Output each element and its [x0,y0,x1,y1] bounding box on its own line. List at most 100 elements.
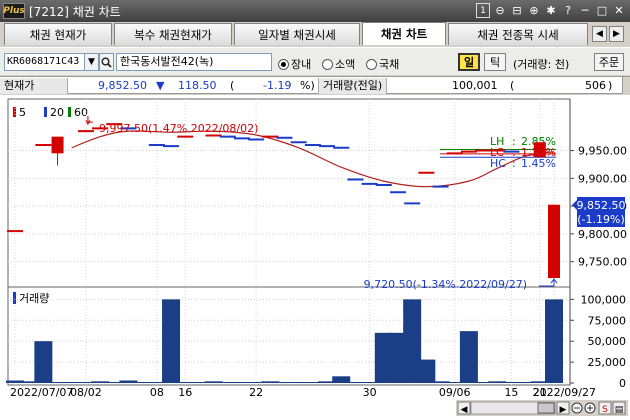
legend-swatch-60 [68,107,71,117]
legend-swatch-20 [44,107,47,117]
price-tick-label: 9,950.00 [578,145,627,158]
volume-tick-label: 0 [619,377,626,390]
chart-area[interactable]: 5 20 60 LH:2.85%LC:1.36%HC:1.45% 9,950.0… [0,95,630,420]
window-title: [7212] 채권 차트 [29,4,121,19]
pct-open-paren: ( [230,79,235,92]
date-tick-label: 09/06 [439,386,471,399]
daily-period-button[interactable]: 일 [458,53,480,71]
volume-unit-label: (거래량: 천) [513,58,570,71]
radio-unchecked-icon [366,58,377,70]
price-tick-label: 9,900.00 [578,172,627,185]
volume-bar [545,299,563,383]
date-tick-label: 2022/07/07 [10,386,73,399]
price-change-pct: -1.19 [263,79,292,92]
volume-bar [332,376,351,383]
zoom-out-icon[interactable]: ⊖ [493,3,507,18]
radio-label: 국채 [379,58,400,71]
reference-line-pct: 1.45% [521,157,556,170]
legend-label-20: 20 [50,106,64,119]
volume-tick-label: 75,000 [588,314,627,327]
date-tick-label: 08/02 [70,386,102,399]
date-tick-label: 16 [178,386,192,399]
low-annotation-text: 9,720.50(-1.34% 2022/09/27) [364,278,527,291]
date-axis: 2022/07/0708/02 08 16 22 30 09/06 15 212022/09/… [10,386,596,399]
tab-scroll-right-icon[interactable]: ▶ [609,26,624,42]
volume-tick-label: 25,000 [588,356,627,369]
quote-row-edge [622,77,630,94]
volume-bar [459,331,478,383]
chart-menu-icon: ▤ [615,405,624,415]
tab-all-bonds-quote[interactable]: 채권 전종목 시세 [448,23,588,45]
volume-value: 100,001 [452,79,498,92]
bond-code-input[interactable]: KR6068171C43 [4,53,85,71]
tab-bond-chart[interactable]: 채권 차트 [362,22,446,45]
volume-bar [162,299,181,383]
volume-bar [34,341,53,383]
prev-volume-value: 506 [585,79,606,92]
reference-line-name: HC [490,157,506,170]
current-price-value: 9,852.50 [98,79,147,92]
window-number-icon[interactable]: 1 [476,3,490,18]
tab-bond-price[interactable]: 채권 현재가 [4,23,112,45]
code-dropdown-icon[interactable]: ▼ [84,53,99,71]
settings-icon[interactable]: ✱ [544,3,558,18]
candle-body [548,204,560,279]
tab-scroll-left-icon[interactable]: ◀ [592,26,607,42]
high-annotation-text: 9,997.50(1.47% 2022/08/02) [99,122,258,135]
minimize-icon[interactable]: ─ [578,3,592,18]
legend-label-5: 5 [19,106,26,119]
bond-name-field: 한국동서발전42(녹) [116,53,272,71]
scroll-left-icon: ◀ [461,405,468,415]
search-icon[interactable] [99,53,114,71]
bond-chart-svg[interactable]: 5 20 60 LH:2.85%LC:1.36%HC:1.45% 9,950.0… [0,95,630,420]
prev-close-paren: ) [608,79,613,92]
volume-axis: 100,000 75,000 50,000 25,000 0 [570,293,626,390]
down-arrow-icon: ▼ [156,79,165,92]
price-tick-label: 9,800.00 [578,228,627,241]
help-icon[interactable]: ? [561,3,575,18]
order-button[interactable]: 주문 [594,53,624,71]
tab-bar: 채권 현재가 복수 채권현재가 일자별 채권시세 채권 차트 채권 전종목 시세… [0,22,630,46]
scroll-right-icon: ▶ [560,405,567,415]
radio-on-exchange[interactable]: 장내 [278,56,311,72]
tab-daily-bond-quote[interactable]: 일자별 채권시세 [234,23,360,45]
reference-line-colon: : [512,157,516,170]
volume-legend-swatch [13,292,16,304]
current-price-tag: 9,852.50 (-1.19%) [572,197,625,227]
price-tag-pct: (-1.19%) [577,213,625,226]
volume-bar [417,359,436,383]
title-bar-icons: 1 ⊖ ⊟ ⊕ ✱ ? ─ □ ✕ [476,3,626,18]
radio-label: 소액 [335,58,356,71]
zoom-in-icon[interactable]: ⊕ [527,3,541,18]
collapse-icon[interactable]: ⊟ [510,3,524,18]
chart-scroll-bar[interactable]: ◀ ▶ S ▤ [456,400,628,416]
prev-volume-label: 거래량(전일) [318,78,388,94]
maximize-icon[interactable]: □ [595,3,609,18]
controls-bar: KR6068171C43 ▼ 한국동서발전42(녹) 장내 소액 국채 일 틱 … [0,47,630,75]
quote-row: 현재가 9,852.50 ▼ 118.50 ( -1.19 %) 거래량(전일)… [0,76,630,94]
date-tick-label: 2022/09/27 [533,386,596,399]
candle-body [533,142,546,158]
pct-close-paren: %) [300,79,315,92]
price-change-value: 118.50 [178,79,217,92]
radio-unchecked-icon [322,58,333,70]
radio-checked-icon [278,58,289,70]
tab-multi-bond-price[interactable]: 복수 채권현재가 [114,23,232,45]
current-price-label: 현재가 [0,78,68,94]
price-tag-price: 9,852.50 [577,199,626,212]
scroll-thumb[interactable] [537,402,555,414]
radio-small-amount[interactable]: 소액 [322,56,355,72]
candle-body [51,136,64,154]
radio-label: 장내 [291,58,312,71]
price-tick-label: 9,750.00 [578,256,627,269]
app-logo: Plus [3,3,25,19]
title-bar: Plus [7212] 채권 차트 1 ⊖ ⊟ ⊕ ✱ ? ─ □ ✕ [0,0,630,22]
date-tick-label: 15 [504,386,518,399]
chart-export-icon: S [602,405,608,415]
volume-tick-label: 100,000 [581,293,627,306]
tick-period-button[interactable]: 틱 [484,53,506,71]
chart-frame [7,98,571,386]
close-icon[interactable]: ✕ [612,3,626,18]
volume-tick-label: 50,000 [588,335,627,348]
radio-government-bond[interactable]: 국채 [366,56,399,72]
